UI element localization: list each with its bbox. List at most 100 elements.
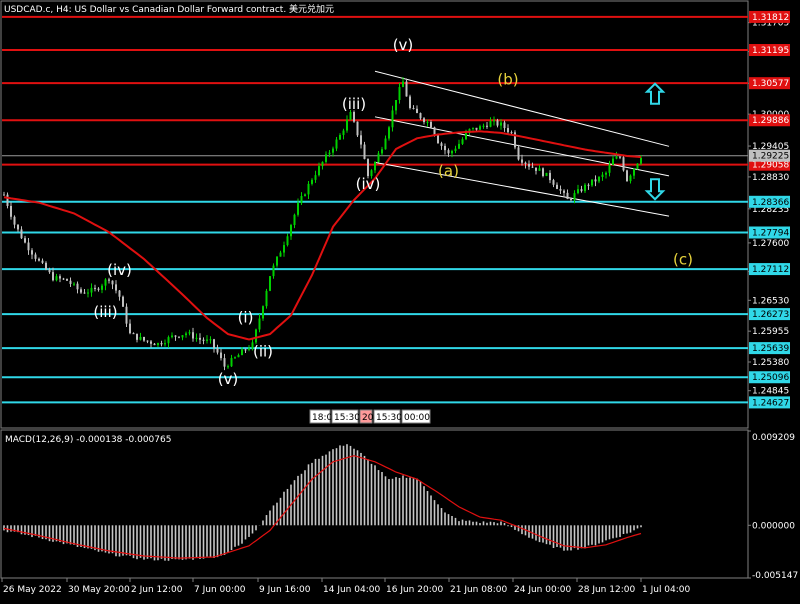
time-tick-label: 2 Jun 12:00 [131, 585, 183, 595]
time-tick-label: 1 Jul 04:00 [642, 585, 691, 595]
candle-body [622, 157, 625, 171]
candle-body [500, 122, 502, 126]
candle-body [188, 332, 191, 334]
candle-body [552, 180, 555, 185]
candle-body [542, 168, 544, 176]
candle-body [612, 158, 614, 165]
candle-body [321, 161, 324, 167]
candle-body [304, 194, 306, 197]
candle-body [122, 296, 124, 307]
candle-body [412, 107, 415, 109]
macd-tick-label: 0.000000 [752, 521, 795, 531]
candle-body [325, 154, 327, 162]
candle-body [451, 151, 453, 154]
candle-body [73, 283, 75, 285]
candle-body [139, 336, 142, 340]
candle-body [59, 276, 61, 279]
candle-body [297, 203, 299, 215]
candle-body [101, 285, 103, 290]
candle-body [104, 279, 107, 286]
price-badge-label: 1.26273 [752, 310, 789, 320]
candle-body [629, 175, 632, 182]
candle-body [405, 81, 408, 97]
candle-body [185, 333, 187, 336]
price-badge-label: 1.30577 [752, 79, 789, 89]
price-badge-label: 1.31812 [752, 13, 789, 23]
candle-body [486, 125, 488, 127]
candle-body [510, 132, 513, 134]
candle-body [598, 176, 600, 182]
candle-body [465, 133, 467, 140]
candle-body [549, 172, 551, 181]
candle-body [419, 113, 422, 119]
candle-body [157, 343, 159, 346]
candle-body [234, 357, 236, 359]
candle-body [195, 337, 198, 339]
chart-svg[interactable]: (v) (iii) (iv) (b) (a) (c) (iv) (iii) (i) (ii) (v)… [0, 0, 800, 600]
price-badge-label: 1.25639 [752, 344, 789, 354]
candle-body [129, 323, 131, 334]
candle-body [353, 111, 355, 122]
candle-body [360, 135, 362, 145]
candle-body [524, 162, 527, 164]
wave-label: (v) [393, 36, 414, 54]
candle-body [496, 120, 499, 126]
time-tick-label: 30 May 20:00 [68, 585, 130, 595]
candle-body [192, 332, 194, 339]
price-badge-label: 1.24627 [752, 398, 789, 408]
candle-body [503, 122, 506, 129]
candle-body [174, 335, 177, 337]
candle-body [528, 163, 530, 167]
chart-title: USDCAD.c, H4: US Dollar vs Canadian Doll… [4, 3, 334, 15]
candle-body [507, 128, 509, 133]
candle-body [178, 336, 180, 338]
candle-body [283, 245, 285, 253]
candle-body [202, 339, 205, 341]
candle-body [132, 333, 135, 335]
candle-body [87, 292, 89, 294]
candle-body [384, 138, 387, 150]
candle-body [223, 358, 226, 367]
price-badge-label: 1.27794 [752, 228, 789, 238]
candle-body [640, 157, 642, 164]
wave-label: (b) [497, 71, 518, 89]
candle-body [388, 127, 390, 139]
wave-label: (i) [238, 308, 254, 326]
candle-body [125, 306, 128, 324]
candle-body [52, 272, 54, 281]
candle-body [276, 256, 278, 266]
candle-body [619, 156, 621, 158]
candle-body [363, 144, 366, 160]
candle-body [160, 343, 163, 345]
candle-body [535, 167, 537, 171]
candle-body [538, 168, 541, 171]
candle-body [461, 139, 464, 144]
candle-body [332, 148, 334, 153]
candle-body [55, 276, 58, 281]
candle-body [374, 162, 376, 171]
candle-body [69, 280, 72, 284]
price-tick-label: 1.28830 [752, 173, 789, 183]
candle-body [416, 108, 418, 114]
time-tick-label: 9 Jun 16:00 [259, 585, 311, 595]
candle-body [94, 287, 96, 289]
candle-body [311, 179, 313, 184]
candle-body [398, 87, 401, 101]
wave-label: (iv) [356, 175, 381, 193]
candle-body [290, 225, 292, 237]
candle-body [258, 318, 261, 330]
candle-body [381, 149, 383, 154]
price-tick-label: 1.24845 [752, 387, 789, 397]
candle-body [591, 179, 593, 186]
candle-body [587, 184, 590, 186]
price-tick-label: 1.27600 [752, 239, 789, 249]
time-tick-label: 16 Jun 20:00 [386, 585, 443, 595]
trading-chart[interactable]: (v) (iii) (iv) (b) (a) (c) (iv) (iii) (i) (ii) (v)… [0, 0, 800, 600]
candle-body [545, 172, 548, 176]
time-tick-label: 14 Jun 04:00 [323, 585, 380, 595]
candle-body [475, 127, 478, 130]
time-tick-label: 7 Jun 00:00 [194, 585, 246, 595]
candle-body [318, 166, 320, 176]
candle-body [62, 278, 65, 280]
candle-body [377, 153, 380, 163]
